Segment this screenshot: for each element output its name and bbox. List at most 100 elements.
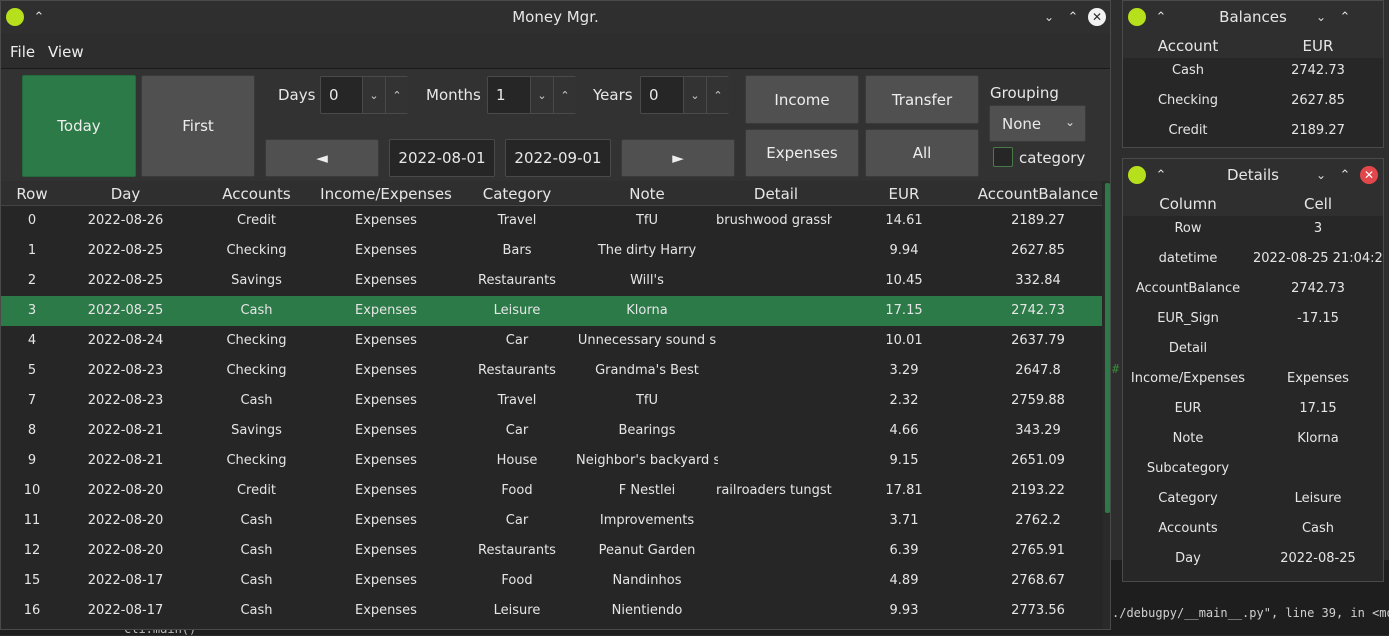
table-row[interactable]: 2 2022-08-25 Savings Expenses Restaurants Wil… xyxy=(1,266,1102,296)
table-row[interactable]: Detail xyxy=(1123,341,1383,371)
column-header[interactable]: Account xyxy=(1123,37,1253,55)
all-button[interactable]: All xyxy=(865,129,979,177)
table-row[interactable]: 11 2022-08-20 Cash Expenses Car Improvements 3… xyxy=(1,506,1102,536)
double-chevron-up-icon[interactable]: ⌃ xyxy=(1151,165,1171,185)
column-header[interactable]: Income/Expenses xyxy=(314,185,458,203)
chevron-down-icon[interactable]: ⌄ xyxy=(1311,7,1331,27)
column-header[interactable]: AccountBalance xyxy=(974,185,1102,203)
column-header[interactable]: EUR xyxy=(834,185,974,203)
table-row[interactable]: Day 2022-08-25 xyxy=(1123,551,1383,581)
transactions-table: Row Day Accounts Income/Expenses Categor… xyxy=(1,181,1102,629)
app-circle-icon[interactable] xyxy=(1127,7,1147,27)
table-cell: Cash xyxy=(240,573,273,588)
column-header[interactable]: Row xyxy=(1,185,63,203)
table-row[interactable]: 3 2022-08-25 Cash Expenses Leisure Klorna 17.1… xyxy=(1,296,1102,326)
table-row[interactable]: 4 2022-08-24 Checking Expenses Car Unnecessar… xyxy=(1,326,1102,356)
table-row[interactable]: 16 2022-08-17 Cash Expenses Leisure Nientiend… xyxy=(1,596,1102,626)
chevron-up-icon[interactable]: ⌃ xyxy=(1335,165,1355,185)
table-row[interactable]: 7 2022-08-23 Cash Expenses Travel TfU 2.32 2759… xyxy=(1,386,1102,416)
table-row[interactable]: 10 2022-08-20 Credit Expenses Food F Nestlei r… xyxy=(1,476,1102,506)
table-row[interactable]: Checking 2627.85 xyxy=(1123,93,1383,123)
chevron-up-icon[interactable]: ⌃ xyxy=(1335,7,1355,27)
table-cell: Expenses xyxy=(355,303,417,318)
table-cell: 2022-08-20 xyxy=(87,483,164,498)
days-spinbox[interactable]: 0 ⌄ ⌃ xyxy=(320,76,408,114)
table-cell: Cash xyxy=(240,393,273,408)
scrollbar-thumb[interactable] xyxy=(1105,183,1110,513)
column-header[interactable]: Day xyxy=(63,185,188,203)
chevron-down-icon[interactable]: ⌄ xyxy=(362,77,385,113)
main-titlebar[interactable]: ⌃ Money Mgr. ⌄ ⌃ ✕ xyxy=(1,1,1110,33)
table-row[interactable]: AccountBalance 2742.73 xyxy=(1123,281,1383,311)
table-cell: 3.29 xyxy=(889,363,919,378)
years-label: Years xyxy=(593,86,633,104)
balances-titlebar[interactable]: ⌃ Balances ⌄ ⌃ xyxy=(1123,1,1383,33)
double-chevron-up-icon[interactable]: ⌃ xyxy=(29,7,49,27)
start-date-field[interactable]: 2022-08-01 xyxy=(389,139,495,177)
column-header[interactable]: Detail xyxy=(718,185,834,203)
today-button[interactable]: Today xyxy=(22,75,136,177)
table-row[interactable]: 12 2022-08-20 Cash Expenses Restaurants Peanu… xyxy=(1,536,1102,566)
table-cell: 2189.27 xyxy=(1291,123,1345,138)
app-circle-icon[interactable] xyxy=(5,7,25,27)
table-row[interactable]: 9 2022-08-21 Checking Expenses House Neighbor… xyxy=(1,446,1102,476)
table-row[interactable]: 1 2022-08-25 Checking Expenses Bars The dirty… xyxy=(1,236,1102,266)
menu-file[interactable]: File xyxy=(10,43,35,61)
table-row[interactable]: datetime 2022-08-25 21:04:29 xyxy=(1123,251,1383,281)
chevron-down-icon[interactable]: ⌄ xyxy=(683,77,706,113)
table-row[interactable]: Cash 2742.73 xyxy=(1123,63,1383,93)
table-row[interactable]: 8 2022-08-21 Savings Expenses Car Bearings 4.6… xyxy=(1,416,1102,446)
table-row[interactable]: Accounts Cash xyxy=(1123,521,1383,551)
table-row[interactable]: Income/Expenses Expenses xyxy=(1123,371,1383,401)
years-spinbox[interactable]: 0 ⌄ ⌃ xyxy=(640,76,729,114)
months-spinbox[interactable]: 1 ⌄ ⌃ xyxy=(487,76,576,114)
app-circle-icon[interactable] xyxy=(1127,165,1147,185)
table-cell: The dirty Harry xyxy=(597,243,697,258)
details-titlebar[interactable]: ⌃ Details ⌄ ⌃ ✕ xyxy=(1123,159,1383,191)
table-row[interactable]: 5 2022-08-23 Checking Expenses Restaurants Gr… xyxy=(1,356,1102,386)
column-header[interactable]: EUR xyxy=(1253,37,1383,55)
table-cell: 11 xyxy=(23,513,41,528)
table-cell: Subcategory xyxy=(1146,461,1230,476)
previous-period-button[interactable]: ◄ xyxy=(265,139,379,177)
table-row[interactable]: 15 2022-08-17 Cash Expenses Food Nandinhos 4.8… xyxy=(1,566,1102,596)
transfer-button[interactable]: Transfer xyxy=(865,75,979,124)
column-header[interactable]: Note xyxy=(576,185,718,203)
chevron-up-icon[interactable]: ⌃ xyxy=(706,77,729,113)
table-cell: Travel xyxy=(497,213,537,228)
income-button[interactable]: Income xyxy=(745,75,859,124)
close-icon[interactable]: ✕ xyxy=(1087,7,1107,27)
table-row[interactable]: Credit 2189.27 xyxy=(1123,123,1383,147)
chevron-up-icon[interactable]: ⌃ xyxy=(385,77,408,113)
table-cell: Will's xyxy=(630,273,664,288)
first-button[interactable]: First xyxy=(141,75,255,177)
double-chevron-up-icon[interactable]: ⌃ xyxy=(1151,7,1171,27)
table-cell: 2022-08-23 xyxy=(87,363,164,378)
table-row[interactable]: 0 2022-08-26 Credit Expenses Travel TfU brushw… xyxy=(1,206,1102,236)
close-icon[interactable]: ✕ xyxy=(1359,165,1379,185)
column-header[interactable]: Accounts xyxy=(188,185,325,203)
table-scrollbar[interactable] xyxy=(1103,181,1110,629)
next-period-button[interactable]: ► xyxy=(621,139,735,177)
category-checkbox[interactable] xyxy=(993,147,1013,167)
menu-view[interactable]: View xyxy=(48,43,84,61)
chevron-down-icon[interactable]: ⌄ xyxy=(1039,7,1059,27)
column-header[interactable]: Cell xyxy=(1253,195,1383,213)
chevron-down-icon[interactable]: ⌄ xyxy=(1311,165,1331,185)
grouping-select[interactable]: None ⌄ xyxy=(989,105,1086,142)
table-cell: Expenses xyxy=(355,213,417,228)
table-row[interactable]: Subcategory xyxy=(1123,461,1383,491)
end-date-field[interactable]: 2022-09-01 xyxy=(505,139,611,177)
table-cell: Restaurants xyxy=(478,543,556,558)
chevron-down-icon[interactable]: ⌄ xyxy=(530,77,553,113)
expenses-button[interactable]: Expenses xyxy=(745,129,859,177)
chevron-up-icon[interactable]: ⌃ xyxy=(553,77,576,113)
column-header[interactable]: Column xyxy=(1123,195,1253,213)
table-row[interactable]: Note Klorna xyxy=(1123,431,1383,461)
table-row[interactable]: Row 3 xyxy=(1123,221,1383,251)
column-header[interactable]: Category xyxy=(458,185,576,203)
table-row[interactable]: EUR_Sign -17.15 xyxy=(1123,311,1383,341)
table-row[interactable]: Category Leisure xyxy=(1123,491,1383,521)
chevron-up-icon[interactable]: ⌃ xyxy=(1063,7,1083,27)
table-row[interactable]: EUR 17.15 xyxy=(1123,401,1383,431)
